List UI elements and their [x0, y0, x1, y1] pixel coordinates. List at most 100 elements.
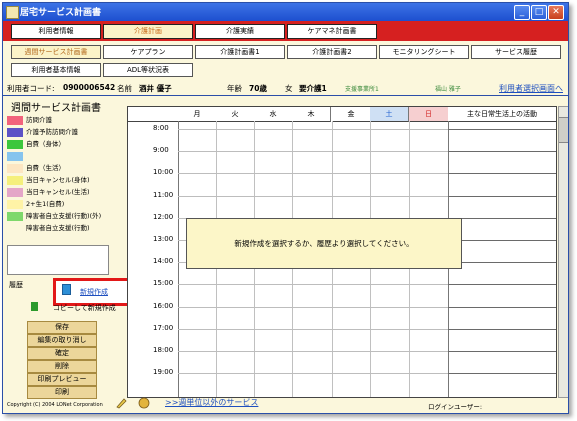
day-header: 木 [292, 107, 331, 122]
subtab-service-history[interactable]: サービス履歴 [471, 45, 561, 59]
legend-item [7, 151, 26, 161]
legend-label: 当日キャンセル(生活) [26, 188, 90, 196]
name-label: 名前 [117, 84, 132, 93]
copy-document-icon [31, 302, 38, 311]
subtab-user-basic-info[interactable]: 利用者基本情報 [11, 63, 101, 77]
legend-item: 自費（身体） [7, 139, 65, 149]
staff-name: 福山 雅子 [435, 86, 461, 93]
hour-line [178, 351, 448, 352]
legend-swatch [7, 187, 23, 197]
user-name: 酒井 優子 [139, 84, 172, 93]
legend-item: 訪問介護 [7, 115, 52, 125]
minimize-icon[interactable]: _ [514, 5, 530, 20]
time-label: 13:00 [153, 235, 174, 243]
tab-caremanager-plan[interactable]: ケアマネ計画書 [287, 24, 377, 39]
age-label: 年齢 [227, 84, 242, 93]
legend-item: 障害者自立支援(行動) [7, 223, 90, 233]
time-label: 8:00 [153, 124, 169, 132]
legend-item: 当日キャンセル(生活) [7, 187, 90, 197]
hour-line [178, 151, 448, 153]
app-icon [6, 6, 19, 19]
legend-swatch [7, 139, 23, 149]
hour-line [178, 373, 448, 375]
activity-row-line [448, 328, 556, 330]
activity-row-line [448, 240, 556, 241]
legend-swatch [7, 127, 23, 137]
divider [3, 95, 568, 96]
vertical-scrollbar[interactable] [558, 106, 568, 398]
time-label: 15:00 [153, 279, 174, 288]
legend-item: 障害者自立支援(行動)(外) [7, 211, 101, 221]
legend-swatch [7, 115, 23, 125]
delete-button[interactable]: 削除 [27, 360, 97, 373]
print-preview-button[interactable]: 印刷プレビュー [27, 373, 97, 386]
tab-care-record[interactable]: 介護実績 [195, 24, 285, 39]
page-title: 週間サービス計画書 [11, 103, 101, 114]
subtab-care-plan-1[interactable]: 介護計画書1 [195, 45, 285, 59]
new-create-link[interactable]: 新規作成 [80, 287, 108, 297]
login-user-label: ログインユーザー: [428, 403, 483, 411]
new-document-icon [62, 284, 71, 295]
activity-row-line [448, 173, 556, 175]
main-tab-bar: 利用者情報 介護計画 介護実績 ケアマネ計画書 [3, 21, 568, 41]
legend-label: 障害者自立支援(行動)(外) [26, 212, 102, 220]
hour-line [178, 129, 448, 130]
cancel-edit-button[interactable]: 編集の取り消し [27, 334, 97, 347]
activity-row-line [448, 351, 556, 352]
tab-care-plan[interactable]: 介護計画 [103, 24, 193, 39]
history-label: 履歴 [9, 281, 23, 289]
print-button[interactable]: 印刷 [27, 386, 97, 399]
bottom-bar: >>週単位以外のサービス ログインユーザー: [111, 394, 566, 412]
legend-label: 障害者自立支援(行動) [26, 224, 90, 232]
day-header: 火 [216, 107, 255, 122]
user-age: 70歳 [249, 84, 267, 93]
day-header: 水 [254, 107, 293, 122]
legend-item: 介護予防訪問介護 [7, 127, 78, 137]
office-name: 支援事業所1 [345, 86, 379, 93]
care-level: 要介護1 [299, 84, 327, 93]
time-label: 17:00 [153, 323, 174, 332]
day-header: 月 [178, 107, 217, 122]
legend-swatch [7, 175, 23, 185]
subtab-care-plan-2[interactable]: 介護計画書2 [287, 45, 377, 59]
activity-row-line [448, 195, 556, 197]
scrollbar-thumb[interactable] [559, 117, 568, 143]
memo-box[interactable] [7, 245, 109, 275]
save-button[interactable]: 保存 [27, 321, 97, 334]
instruction-message: 新規作成を選択するか、履歴より選択してください。 [186, 218, 462, 269]
subtab-adl-status[interactable]: ADL等状況表 [103, 63, 193, 77]
app-window: 居宅サービス計画書 _ □ ✕ 利用者情報 介護計画 介護実績 ケアマネ計画書 … [2, 2, 569, 414]
coin-icon[interactable] [137, 396, 151, 409]
user-select-link[interactable]: 利用者選択画面へ [499, 83, 563, 94]
legend-swatch [7, 211, 23, 221]
subtab-monitoring[interactable]: モニタリングシート [379, 45, 469, 59]
user-gender: 女 [285, 84, 293, 93]
grid-column-line [178, 121, 179, 397]
day-header: 日 [409, 107, 449, 122]
tab-user-info[interactable]: 利用者情報 [11, 24, 101, 39]
time-label: 14:00 [153, 257, 174, 266]
subtab-careplan[interactable]: ケアプラン [103, 45, 193, 59]
legend-label: 当日キャンセル(身体) [26, 176, 90, 184]
hour-line [178, 306, 448, 308]
confirm-button[interactable]: 確定 [27, 347, 97, 360]
pencil-icon[interactable] [115, 396, 129, 409]
copy-create-label[interactable]: コピーして新規作成 [53, 303, 116, 313]
copyright: Copyright (C) 2004 LONet Corporation [7, 402, 103, 408]
maximize-icon[interactable]: □ [531, 5, 547, 20]
legend-swatch [7, 151, 23, 161]
legend-item: 2+生1(自費) [7, 199, 64, 209]
user-code: 0900006542 [63, 83, 116, 92]
activity-row-line [448, 306, 556, 308]
new-create-box[interactable]: 新規作成 [53, 278, 131, 306]
subtab-weekly-plan[interactable]: 週間サービス計画書 [11, 45, 101, 59]
activity-row-line [448, 151, 556, 153]
hour-line [178, 328, 448, 330]
non-weekly-service-link[interactable]: >>週単位以外のサービス [165, 397, 258, 408]
legend-label: 介護予防訪問介護 [26, 128, 78, 136]
activity-row-line [448, 129, 556, 130]
time-label: 9:00 [153, 146, 169, 155]
legend-item: 当日キャンセル(身体) [7, 175, 90, 185]
close-icon[interactable]: ✕ [548, 5, 564, 20]
window-title: 居宅サービス計画書 [20, 8, 102, 18]
